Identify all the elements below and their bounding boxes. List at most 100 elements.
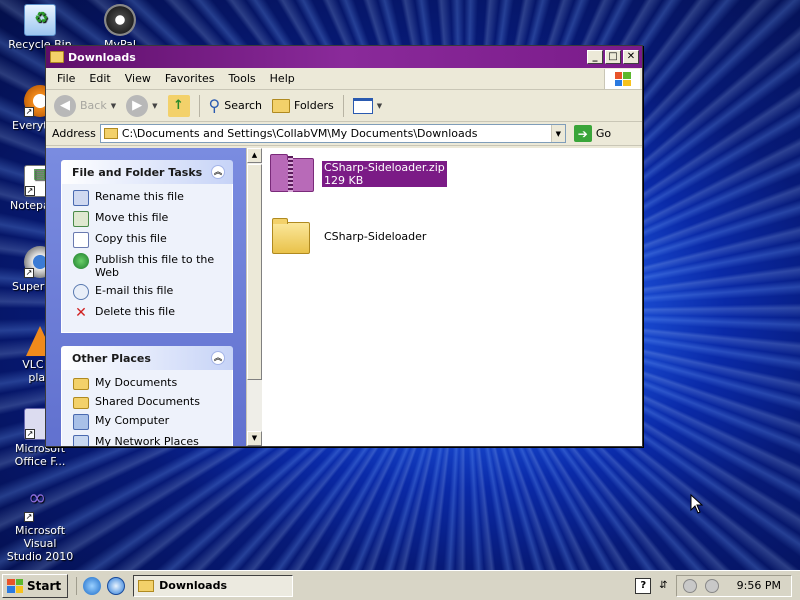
task-email[interactable]: E-mail this file <box>73 284 228 300</box>
address-input[interactable]: C:\Documents and Settings\CollabVM\My Do… <box>99 124 566 143</box>
place-label: My Computer <box>95 414 170 427</box>
desktop-icon-recycle-bin[interactable]: ♻ Recycle Bin <box>0 4 80 51</box>
scroll-down-button[interactable]: ▼ <box>247 431 262 446</box>
place-label: Shared Documents <box>95 395 200 408</box>
desktop-icon-label: Microsoft Visual Studio 2010 <box>6 524 74 563</box>
chevron-down-icon: ▼ <box>110 101 117 110</box>
file-folder-tasks-panel: File and Folder Tasks ︽ Rename this file… <box>61 160 233 333</box>
panel-header[interactable]: File and Folder Tasks ︽ <box>61 160 233 184</box>
back-button[interactable]: ◀ Back ▼ <box>50 93 120 119</box>
task-label: Publish this file to the Web <box>95 253 215 279</box>
task-delete[interactable]: ✕ Delete this file <box>73 305 228 321</box>
panel-header[interactable]: Other Places ︽ <box>61 346 233 370</box>
folder-icon <box>73 397 89 409</box>
scroll-up-button[interactable]: ▲ <box>247 148 262 163</box>
task-label: Copy this file <box>95 232 167 245</box>
chevron-down-icon: ▼ <box>376 101 383 110</box>
window-content: File and Folder Tasks ︽ Rename this file… <box>46 148 642 446</box>
task-copy[interactable]: Copy this file <box>73 232 228 248</box>
collapse-chevron-icon[interactable]: ︽ <box>211 165 225 179</box>
search-label: Search <box>224 99 263 112</box>
address-label: Address <box>52 127 96 140</box>
menu-help[interactable]: Help <box>263 72 302 85</box>
menu-tools[interactable]: Tools <box>222 72 263 85</box>
help-icon[interactable]: ? <box>635 577 652 594</box>
task-move[interactable]: Move this file <box>73 211 228 227</box>
place-label: My Network Places <box>95 435 199 446</box>
views-icon <box>352 97 373 114</box>
file-item-zip[interactable]: CSharp-Sideloader.zip 129 KB <box>268 154 447 194</box>
panel-title: Other Places <box>72 351 151 365</box>
mypal-browser-icon <box>104 4 136 36</box>
computer-icon <box>73 414 89 430</box>
maximize-button[interactable]: □ <box>605 50 621 64</box>
start-button[interactable]: Start <box>2 573 69 598</box>
start-label: Start <box>27 578 62 593</box>
search-button[interactable]: ⚲ Search <box>205 94 267 117</box>
zip-folder-icon <box>268 154 316 194</box>
network-status-icon[interactable]: ⇵ <box>659 580 667 591</box>
taskbar: Start Downloads ? ⇵ 9:56 PM <box>0 570 800 600</box>
place-my-network-places[interactable]: My Network Places <box>73 435 228 446</box>
collapse-chevron-icon[interactable]: ︽ <box>211 351 225 365</box>
place-my-documents[interactable]: My Documents <box>73 376 228 390</box>
up-folder-button[interactable]: ↑ <box>164 93 194 119</box>
internet-explorer-icon[interactable] <box>83 576 102 595</box>
forward-button[interactable]: ▶ ▼ <box>122 93 161 119</box>
folder-icon <box>103 128 118 139</box>
move-icon <box>73 211 89 227</box>
copy-icon <box>73 232 89 248</box>
address-bar: Address C:\Documents and Settings\Collab… <box>46 122 642 146</box>
window-titlebar[interactable]: Downloads _ □ ✕ <box>46 46 642 68</box>
folders-label: Folders <box>294 99 334 112</box>
folder-icon <box>138 579 155 592</box>
quick-launch <box>76 576 126 595</box>
system-tray: ? ⇵ 9:56 PM <box>627 574 800 598</box>
search-icon: ⚲ <box>208 96 221 115</box>
browser-icon[interactable] <box>107 576 126 595</box>
minimize-button[interactable]: _ <box>587 50 603 64</box>
folders-icon <box>272 98 291 113</box>
close-button[interactable]: ✕ <box>623 50 639 64</box>
scroll-thumb[interactable] <box>247 164 262 380</box>
taskbar-task-downloads[interactable]: Downloads <box>133 574 294 597</box>
task-rename[interactable]: Rename this file <box>73 190 228 206</box>
folders-button[interactable]: Folders <box>268 97 338 115</box>
back-label: Back <box>80 99 107 112</box>
tray-app-icon[interactable] <box>704 578 719 593</box>
delete-icon: ✕ <box>75 305 87 321</box>
menu-favorites[interactable]: Favorites <box>158 72 222 85</box>
task-label: Delete this file <box>95 305 175 318</box>
go-arrow-icon: ➔ <box>573 125 592 142</box>
menu-view[interactable]: View <box>118 72 158 85</box>
place-my-computer[interactable]: My Computer <box>73 414 228 430</box>
visual-studio-icon: ∞ ↗ <box>24 486 47 522</box>
publish-web-icon <box>73 253 89 269</box>
clock[interactable]: 9:56 PM <box>737 579 781 592</box>
chevron-down-icon: ▼ <box>152 101 158 110</box>
task-pane-scrollbar[interactable]: ▲ ▼ <box>246 148 262 446</box>
notification-area: 9:56 PM <box>675 574 792 597</box>
go-button[interactable]: ➔ Go <box>573 125 611 142</box>
file-item-folder[interactable]: CSharp-Sideloader <box>268 216 428 256</box>
file-list[interactable]: CSharp-Sideloader.zip 129 KB CSharp-Side… <box>262 148 642 446</box>
place-shared-documents[interactable]: Shared Documents <box>73 395 228 409</box>
address-dropdown-button[interactable]: ▼ <box>550 125 565 142</box>
explorer-window[interactable]: Downloads _ □ ✕ File Edit View Favorites… <box>45 45 643 447</box>
toolbar-separator <box>342 94 344 117</box>
desktop-icon-visual-studio[interactable]: ∞ ↗ Microsoft Visual Studio 2010 <box>0 486 80 564</box>
desktop-icon-mypal[interactable]: MyPal <box>80 4 160 51</box>
menu-edit[interactable]: Edit <box>82 72 117 85</box>
task-label: Rename this file <box>95 190 184 203</box>
tray-app-icon[interactable] <box>682 578 697 593</box>
menu-file[interactable]: File <box>50 72 82 85</box>
email-icon <box>73 284 89 300</box>
windows-logo-icon <box>604 69 640 89</box>
task-publish[interactable]: Publish this file to the Web <box>73 253 228 279</box>
file-name: CSharp-Sideloader <box>324 229 427 243</box>
folder-icon <box>268 216 316 256</box>
place-label: My Documents <box>95 376 178 389</box>
recycle-bin-icon: ♻ <box>24 4 56 36</box>
rename-icon <box>73 190 89 206</box>
views-button[interactable]: ▼ <box>349 96 386 116</box>
